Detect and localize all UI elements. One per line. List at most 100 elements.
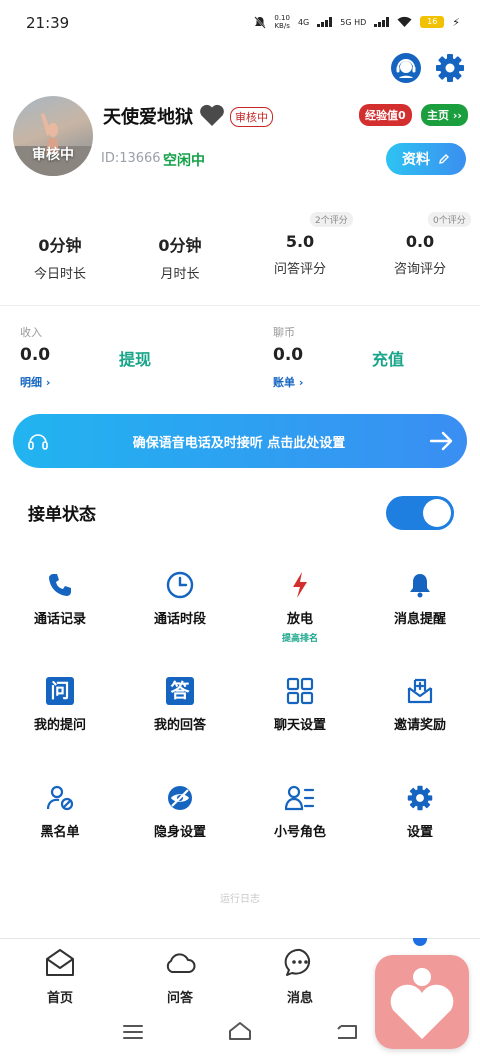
- home-icon: [46, 949, 74, 976]
- grid-message-reminder[interactable]: 消息提醒: [360, 570, 480, 627]
- grid-label: 黑名单: [40, 825, 80, 840]
- nav-label: 首页: [46, 991, 73, 1006]
- nav-item-qa[interactable]: 问答: [120, 947, 240, 1006]
- nav-active-indicator: [413, 938, 427, 946]
- grid-invite-rewards[interactable]: 邀请奖励: [360, 676, 480, 733]
- profile-button[interactable]: 资料: [386, 143, 466, 175]
- stat-value: 0分钟: [158, 236, 202, 255]
- grid-settings[interactable]: 设置: [360, 783, 480, 840]
- income-label: 收入: [20, 326, 42, 339]
- coin-bill-link[interactable]: 账单 ›: [273, 374, 303, 390]
- grid-label: 消息提醒: [393, 612, 446, 627]
- clock-icon: [165, 570, 195, 600]
- grid-alt-account-roles[interactable]: 小号角色: [240, 783, 360, 840]
- settings-gear-icon[interactable]: [434, 52, 466, 84]
- grid-chat-settings[interactable]: 聊天设置: [240, 676, 360, 733]
- avatar-photo: [13, 113, 93, 176]
- charging-icon: ⚡: [452, 15, 460, 29]
- signal-label-1: 4G: [297, 17, 310, 27]
- grid-label: 我的提问: [33, 718, 86, 733]
- stat-consult-rating[interactable]: 0个评分 0.0 咨询评分: [360, 210, 480, 277]
- blacklist-icon: [45, 783, 75, 813]
- stat-qa-rating[interactable]: 2个评分 5.0 问答评分: [240, 210, 360, 277]
- grid-label: 我的回答: [153, 718, 206, 733]
- avatar[interactable]: 审核中: [13, 96, 93, 176]
- exp-badge[interactable]: 经验值0: [359, 104, 412, 126]
- edit-icon: [439, 154, 449, 164]
- income-amount: 0.0: [20, 345, 51, 365]
- status-bar: 21:39 0.10 KB/s 4G 5G HD 16 ⚡: [0, 0, 480, 46]
- banner-text: 确保语音电话及时接听 点击此处设置: [132, 435, 346, 451]
- settings-icon: [405, 783, 435, 813]
- home-gesture-icon[interactable]: [227, 1021, 253, 1041]
- grid-invisible-settings[interactable]: 隐身设置: [120, 783, 240, 840]
- grid-discharge[interactable]: 放电 提高排名: [240, 570, 360, 644]
- back-icon[interactable]: [335, 1023, 359, 1041]
- income-detail-link[interactable]: 明细 ›: [20, 374, 50, 390]
- question-glyph: 问: [46, 677, 74, 705]
- grid-my-answers[interactable]: 答 我的回答: [120, 676, 240, 733]
- signal-label-2: 5G HD: [340, 17, 367, 27]
- menu-icon[interactable]: [122, 1023, 144, 1041]
- nickname: 天使爱地狱: [103, 107, 193, 128]
- alt-account-icon: [285, 783, 315, 813]
- grid-label: 聊天设置: [273, 718, 326, 733]
- customer-service-icon[interactable]: [390, 52, 422, 84]
- accept-status-toggle[interactable]: [386, 496, 454, 530]
- stat-label: 今日时长: [33, 267, 86, 282]
- heart-person-icon: [390, 968, 454, 1039]
- avatar-review-badge: 审核中: [32, 147, 74, 163]
- answer-icon: 答: [165, 676, 195, 706]
- grid-label: 小号角色: [273, 825, 326, 840]
- user-id: ID:13666: [101, 151, 161, 166]
- grid-call-periods[interactable]: 通话时段: [120, 570, 240, 627]
- status-time: 21:39: [26, 14, 70, 32]
- grid-label: 通话记录: [33, 612, 86, 627]
- divider: [0, 305, 480, 306]
- stat-tag: 2个评分: [310, 212, 353, 227]
- wifi-icon: [397, 16, 412, 27]
- nav-label: 消息: [286, 991, 313, 1006]
- heart-icon: [200, 104, 224, 126]
- net-speed-value: 0.10: [274, 14, 290, 22]
- bell-icon: [405, 570, 435, 600]
- withdraw-button[interactable]: 提现: [119, 346, 151, 370]
- grid-label: 通话时段: [153, 612, 206, 627]
- grid-call-records[interactable]: 通话记录: [0, 570, 120, 627]
- nav-item-home[interactable]: 首页: [0, 947, 120, 1006]
- signal-icon-2: [374, 17, 390, 27]
- grid-settings-icon: [285, 676, 315, 706]
- question-icon: 问: [45, 676, 75, 706]
- headphones-icon: [28, 434, 48, 450]
- call-settings-banner[interactable]: 确保语音电话及时接听 点击此处设置: [13, 414, 467, 468]
- stat-label: 咨询评分: [393, 262, 446, 277]
- toggle-knob: [423, 499, 451, 527]
- top-icons: [390, 52, 466, 84]
- lightning-icon: [285, 570, 315, 600]
- phone-icon: [45, 570, 75, 600]
- coin-amount: 0.0: [273, 345, 304, 365]
- nav-item-messages[interactable]: 消息: [240, 947, 360, 1006]
- mute-icon: [254, 15, 267, 29]
- stat-month-duration: 0分钟 月时长: [120, 210, 240, 282]
- grid-sublabel: 提高排名: [281, 634, 318, 644]
- stat-value: 0.0: [405, 232, 435, 251]
- signal-icon: [317, 17, 333, 27]
- status-indicators: 0.10 KB/s 4G 5G HD 16 ⚡: [254, 14, 460, 30]
- grid-my-questions[interactable]: 问 我的提问: [0, 676, 120, 733]
- stat-tag: 0个评分: [428, 212, 471, 227]
- battery-icon: 16: [420, 16, 445, 28]
- stat-value: 5.0: [285, 232, 315, 251]
- profile-button-label: 资料: [402, 152, 430, 168]
- grid-label: 放电: [286, 612, 313, 627]
- recharge-button[interactable]: 充值: [372, 346, 404, 370]
- invite-icon: [405, 676, 435, 706]
- floating-app-bubble[interactable]: [375, 955, 469, 1049]
- stat-today-duration: 0分钟 今日时长: [0, 210, 120, 282]
- grid-blacklist[interactable]: 黑名单: [0, 783, 120, 840]
- run-log-link[interactable]: 运行日志: [0, 890, 480, 905]
- coin-label: 聊币: [273, 326, 295, 339]
- cloud-icon: [166, 953, 196, 973]
- home-page-button[interactable]: 主页 ››: [421, 104, 468, 126]
- stat-label: 问答评分: [273, 262, 326, 277]
